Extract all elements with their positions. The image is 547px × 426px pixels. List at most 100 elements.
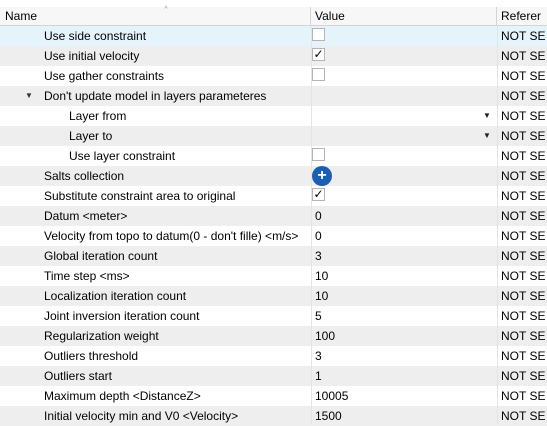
- property-value[interactable]: 0: [315, 226, 322, 246]
- scroll-up-arrow-icon[interactable]: [540, 0, 547, 8]
- property-row[interactable]: Layer from ▼ NOT SE: [0, 106, 547, 126]
- property-name-cell: Initial velocity min and V0 <Velocity>: [0, 406, 311, 426]
- property-value-cell[interactable]: 10005: [311, 386, 497, 406]
- property-checkbox[interactable]: [312, 148, 325, 161]
- property-value[interactable]: 10: [315, 266, 328, 286]
- property-value[interactable]: 5: [315, 306, 322, 326]
- property-row[interactable]: Layer to ▼ NOT SE: [0, 126, 547, 146]
- property-checkbox[interactable]: [312, 28, 325, 41]
- column-divider: [497, 26, 498, 425]
- property-name: Joint inversion iteration count: [44, 309, 200, 323]
- property-value[interactable]: 100: [315, 326, 335, 346]
- property-row[interactable]: Velocity from topo to datum(0 - don't fi…: [0, 226, 547, 246]
- property-value-cell[interactable]: +: [311, 166, 497, 186]
- property-value[interactable]: 10: [315, 286, 328, 306]
- property-name: Initial velocity min and V0 <Velocity>: [44, 409, 239, 423]
- property-value-cell[interactable]: [311, 66, 497, 86]
- property-name-cell: Regularization weight: [0, 326, 311, 346]
- property-value-cell[interactable]: 3: [311, 246, 497, 266]
- property-name-cell: Layer from: [0, 106, 311, 126]
- column-header-value-label: Value: [315, 9, 345, 23]
- property-name-cell: Global iteration count: [0, 246, 311, 266]
- property-checkbox[interactable]: [312, 68, 325, 81]
- property-row[interactable]: Datum <meter> 0 NOT SE: [0, 206, 547, 226]
- property-name-cell: Localization iteration count: [0, 286, 311, 306]
- property-name: Use initial velocity: [44, 49, 140, 63]
- property-value-cell[interactable]: 5: [311, 306, 497, 326]
- property-name: Don't update model in layers parameteres: [44, 89, 267, 103]
- property-row[interactable]: Use side constraint NOT SE: [0, 26, 547, 46]
- property-value-cell[interactable]: [311, 86, 497, 106]
- expand-chevron-icon[interactable]: ▼: [24, 86, 34, 106]
- property-row[interactable]: Regularization weight 100 NOT SE: [0, 326, 547, 346]
- property-name-cell: Time step <ms>: [0, 266, 311, 286]
- property-row[interactable]: Global iteration count 3 NOT SE: [0, 246, 547, 266]
- property-row[interactable]: Initial velocity min and V0 <Velocity> 15…: [0, 406, 547, 426]
- sort-indicator-icon: ^: [164, 6, 168, 13]
- property-value-cell[interactable]: 0: [311, 206, 497, 226]
- property-row[interactable]: Outliers start 1 NOT SE: [0, 366, 547, 386]
- property-value-cell[interactable]: ▼: [311, 106, 497, 126]
- property-value-cell[interactable]: [311, 26, 497, 46]
- property-value-cell[interactable]: 1: [311, 366, 497, 386]
- property-row[interactable]: Use layer constraint NOT SE: [0, 146, 547, 166]
- property-value[interactable]: 10005: [315, 386, 348, 406]
- property-name-cell: Substitute constraint area to original: [0, 186, 311, 206]
- column-header-name[interactable]: Name: [0, 7, 311, 25]
- property-row[interactable]: Outliers threshold 3 NOT SE: [0, 346, 547, 366]
- property-row[interactable]: Joint inversion iteration count 5 NOT SE: [0, 306, 547, 326]
- property-name: Use side constraint: [44, 29, 147, 43]
- property-name-cell: Outliers start: [0, 366, 311, 386]
- property-name: Datum <meter>: [44, 209, 128, 223]
- property-row[interactable]: Localization iteration count 10 NOT SE: [0, 286, 547, 306]
- property-name-cell: Layer to: [0, 126, 311, 146]
- property-name: Time step <ms>: [44, 269, 130, 283]
- property-value-cell[interactable]: ▼: [311, 126, 497, 146]
- property-checkbox[interactable]: ✓: [312, 188, 325, 201]
- property-name: Layer from: [69, 109, 127, 123]
- property-name-cell: Outliers threshold: [0, 346, 311, 366]
- property-name-cell: Use gather constraints: [0, 66, 311, 86]
- property-value-cell[interactable]: [311, 146, 497, 166]
- dropdown-arrow-icon[interactable]: ▼: [483, 106, 491, 126]
- property-row[interactable]: Time step <ms> 10 NOT SE: [0, 266, 547, 286]
- add-item-button[interactable]: +: [312, 166, 332, 186]
- property-value[interactable]: 1500: [315, 406, 342, 426]
- property-name: Substitute constraint area to original: [44, 189, 236, 203]
- property-row[interactable]: Maximum depth <DistanceZ> 10005 NOT SE: [0, 386, 547, 406]
- property-value[interactable]: 3: [315, 346, 322, 366]
- property-name: Use layer constraint: [69, 149, 176, 163]
- property-name: Outliers threshold: [44, 349, 139, 363]
- dropdown-arrow-icon[interactable]: ▼: [483, 126, 491, 146]
- property-name: Global iteration count: [44, 249, 158, 263]
- property-value-cell[interactable]: 3: [311, 346, 497, 366]
- property-name-cell: ▼ Don't update model in layers parametere…: [0, 86, 311, 106]
- property-value-cell[interactable]: ✓: [311, 186, 497, 206]
- property-name-cell: Use initial velocity: [0, 46, 311, 66]
- property-value-cell[interactable]: 0: [311, 226, 497, 246]
- property-value[interactable]: 3: [315, 246, 322, 266]
- column-divider: [311, 26, 312, 425]
- property-row[interactable]: Salts collection + NOT SE: [0, 166, 547, 186]
- property-value-cell[interactable]: 10: [311, 286, 497, 306]
- property-value-cell[interactable]: ✓: [311, 46, 497, 66]
- vertical-scrollbar[interactable]: [540, 0, 547, 425]
- property-value-cell[interactable]: 10: [311, 266, 497, 286]
- property-row[interactable]: ▼ Don't update model in layers parametere…: [0, 86, 547, 106]
- property-value-cell[interactable]: 100: [311, 326, 497, 346]
- property-value[interactable]: 1: [315, 366, 322, 386]
- property-name: Localization iteration count: [44, 289, 187, 303]
- property-name: Outliers start: [44, 369, 113, 383]
- property-name-cell: Salts collection: [0, 166, 311, 186]
- column-header-reference-label: Referer: [501, 9, 542, 23]
- property-row[interactable]: Substitute constraint area to original ✓ N…: [0, 186, 547, 206]
- property-value-cell[interactable]: 1500: [311, 406, 497, 426]
- property-name: Salts collection: [44, 169, 125, 183]
- property-row[interactable]: Use initial velocity ✓ NOT SE: [0, 46, 547, 66]
- property-value[interactable]: 0: [315, 206, 322, 226]
- property-row[interactable]: Use gather constraints NOT SE: [0, 66, 547, 86]
- column-header-value[interactable]: Value: [311, 7, 497, 25]
- property-checkbox[interactable]: ✓: [312, 48, 325, 61]
- property-name: Maximum depth <DistanceZ>: [44, 389, 201, 403]
- property-grid: Name ^ Value Referer Use side constraint…: [0, 0, 547, 426]
